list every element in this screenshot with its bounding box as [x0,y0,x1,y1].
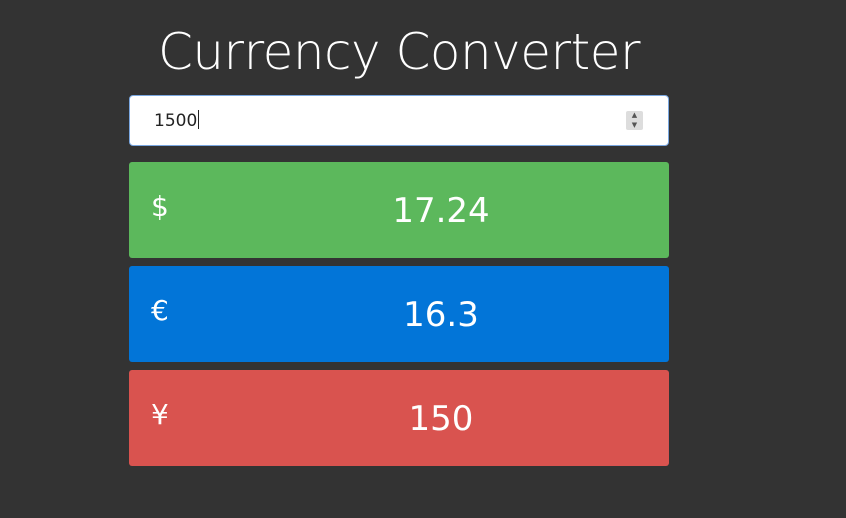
jpy-result-card: ¥ 150 [129,370,669,466]
currency-converter-app: Currency Converter 1500 ▲ ▼ $ 17.24 € 16… [0,0,846,518]
jpy-value: 150 [408,399,474,439]
eur-result-card: € 16.3 [129,266,669,362]
usd-value: 17.24 [392,191,490,231]
chevron-up-icon[interactable]: ▲ [626,111,643,120]
number-spinner[interactable]: ▲ ▼ [626,111,643,130]
usd-result-card: $ 17.24 [129,162,669,258]
text-caret [198,110,200,129]
page-title: Currency Converter [157,23,641,81]
amount-input-value[interactable]: 1500 [154,110,200,132]
amount-input[interactable]: 1500 ▲ ▼ [129,95,669,146]
chevron-down-icon[interactable]: ▼ [626,121,643,130]
eur-value: 16.3 [403,295,479,335]
